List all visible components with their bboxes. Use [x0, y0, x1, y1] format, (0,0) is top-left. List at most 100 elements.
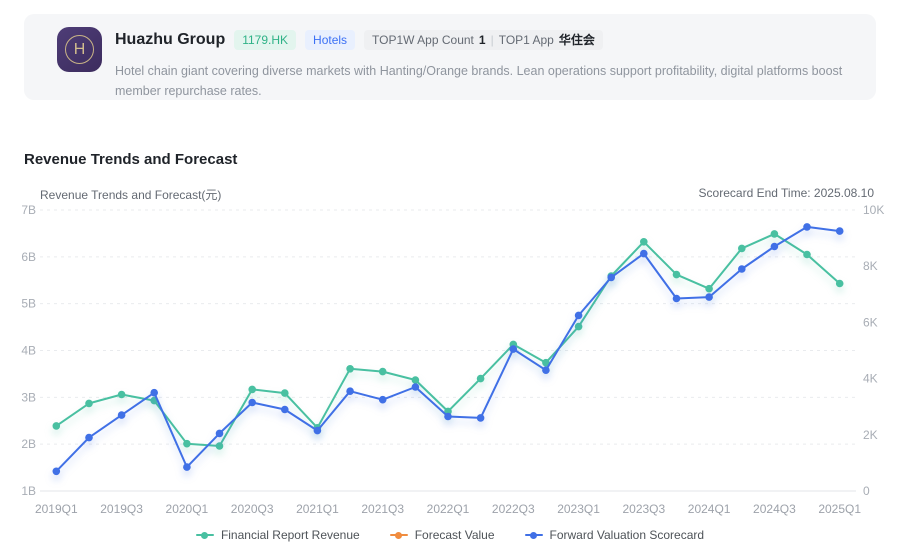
legend-item-forecast-value[interactable]: Forecast Value	[390, 528, 495, 542]
data-point[interactable]	[248, 386, 256, 394]
x-axis-tick: 2024Q1	[688, 502, 731, 516]
data-point[interactable]	[314, 427, 322, 435]
x-axis-tick: 2021Q1	[296, 502, 339, 516]
data-point[interactable]	[510, 345, 518, 353]
data-point[interactable]	[771, 230, 779, 238]
data-point[interactable]	[738, 265, 746, 273]
left-axis-tick: 1B	[21, 484, 36, 498]
right-axis-tick: 2K	[863, 428, 878, 442]
left-axis-tick: 4B	[21, 344, 36, 358]
x-axis-tick: 2020Q1	[166, 502, 209, 516]
data-point[interactable]	[53, 468, 61, 476]
section-title: Revenue Trends and Forecast	[24, 151, 237, 168]
dashboard-page: H Huazhu Group 1179.HK Hotels TOP1W App …	[0, 0, 900, 557]
data-point[interactable]	[836, 227, 844, 235]
company-logo: H	[57, 27, 102, 72]
legend-item-forward-valuation-scorecard[interactable]: Forward Valuation Scorecard	[525, 528, 705, 542]
data-point[interactable]	[607, 274, 615, 282]
data-point[interactable]	[640, 238, 648, 246]
x-axis-tick: 2021Q3	[361, 502, 404, 516]
right-axis-tick: 6K	[863, 315, 878, 329]
data-point[interactable]	[53, 422, 61, 430]
data-point[interactable]	[575, 312, 583, 320]
x-axis-tick: 2019Q1	[35, 502, 78, 516]
data-point[interactable]	[183, 440, 191, 448]
x-axis-tick: 2022Q3	[492, 502, 535, 516]
data-point[interactable]	[118, 391, 126, 399]
data-point[interactable]	[85, 434, 93, 442]
x-axis-tick: 2024Q3	[753, 502, 796, 516]
x-axis-tick: 2019Q3	[100, 502, 143, 516]
left-axis-tick: 2B	[21, 437, 36, 451]
data-point[interactable]	[444, 413, 452, 421]
legend-label: Financial Report Revenue	[221, 528, 360, 542]
company-card: H Huazhu Group 1179.HK Hotels TOP1W App …	[24, 14, 876, 100]
right-axis-tick: 0	[863, 484, 870, 498]
x-axis-tick: 2023Q3	[622, 502, 665, 516]
data-point[interactable]	[216, 442, 224, 450]
data-point[interactable]	[803, 251, 811, 259]
left-axis-tick: 5B	[21, 297, 36, 311]
left-axis-tick: 7B	[21, 203, 36, 217]
top-app-badge: TOP1W App Count 1 | TOP1 App 华住会	[364, 30, 603, 50]
left-axis-tick: 3B	[21, 390, 36, 404]
data-point[interactable]	[85, 400, 93, 408]
data-point[interactable]	[281, 406, 289, 414]
data-point[interactable]	[477, 375, 485, 383]
data-point[interactable]	[705, 293, 713, 301]
top-app-count: 1	[479, 30, 486, 50]
data-point[interactable]	[379, 396, 387, 404]
chart-legend: Financial Report Revenue Forecast Value Fo…	[0, 528, 900, 542]
legend-line-dot-icon	[390, 531, 408, 539]
right-axis-tick: 10K	[863, 203, 884, 217]
data-point[interactable]	[379, 368, 387, 376]
series-forward-valuation-scorecard	[53, 223, 844, 475]
ticker-badge[interactable]: 1179.HK	[234, 30, 296, 50]
data-point[interactable]	[575, 323, 583, 331]
data-point[interactable]	[412, 383, 420, 391]
data-point[interactable]	[542, 366, 550, 374]
legend-item-financial-report-revenue[interactable]: Financial Report Revenue	[196, 528, 360, 542]
revenue-trends-chart[interactable]: 7B 6B 5B 4B 3B 2B 1B 10K 8K 6K 4K 2K 0 2019Q1 2019Q3 20…	[0, 200, 900, 525]
data-point[interactable]	[183, 463, 191, 471]
legend-label: Forward Valuation Scorecard	[550, 528, 705, 542]
x-axis-tick: 2023Q1	[557, 502, 600, 516]
top-app-prefix: TOP1W App Count	[372, 30, 474, 50]
top-app-name: 华住会	[559, 30, 595, 50]
data-point[interactable]	[738, 245, 746, 253]
data-point[interactable]	[150, 389, 158, 397]
data-point[interactable]	[771, 243, 779, 251]
data-point[interactable]	[836, 280, 844, 288]
data-point[interactable]	[346, 365, 354, 373]
legend-line-dot-icon	[196, 531, 214, 539]
data-point[interactable]	[346, 387, 354, 395]
legend-line-dot-icon	[525, 531, 543, 539]
x-axis-tick: 2020Q3	[231, 502, 274, 516]
top-app-mid: TOP1 App	[499, 30, 554, 50]
legend-label: Forecast Value	[415, 528, 495, 542]
data-point[interactable]	[673, 271, 681, 279]
series-line	[56, 227, 839, 471]
data-point[interactable]	[118, 411, 126, 419]
company-description: Hotel chain giant covering diverse marke…	[115, 61, 875, 101]
data-point[interactable]	[477, 414, 485, 422]
sector-badge[interactable]: Hotels	[305, 30, 355, 50]
data-point[interactable]	[803, 223, 811, 231]
company-title-row: Huazhu Group 1179.HK Hotels TOP1W App Co…	[115, 30, 603, 50]
x-axis-tick: 2025Q1	[818, 502, 861, 516]
data-point[interactable]	[673, 295, 681, 303]
data-point[interactable]	[412, 376, 420, 384]
data-point[interactable]	[705, 285, 713, 293]
x-axis-tick: 2022Q1	[427, 502, 470, 516]
data-point[interactable]	[640, 250, 648, 258]
right-axis-tick: 4K	[863, 372, 878, 386]
left-axis-tick: 6B	[21, 250, 36, 264]
right-axis-tick: 8K	[863, 259, 878, 273]
data-point[interactable]	[216, 430, 224, 438]
company-name: Huazhu Group	[115, 31, 225, 49]
scorecard-end-time: Scorecard End Time: 2025.08.10	[699, 186, 874, 200]
data-point[interactable]	[248, 399, 256, 407]
logo-letter: H	[65, 35, 94, 64]
data-point[interactable]	[281, 389, 289, 397]
badge-divider: |	[491, 30, 494, 50]
